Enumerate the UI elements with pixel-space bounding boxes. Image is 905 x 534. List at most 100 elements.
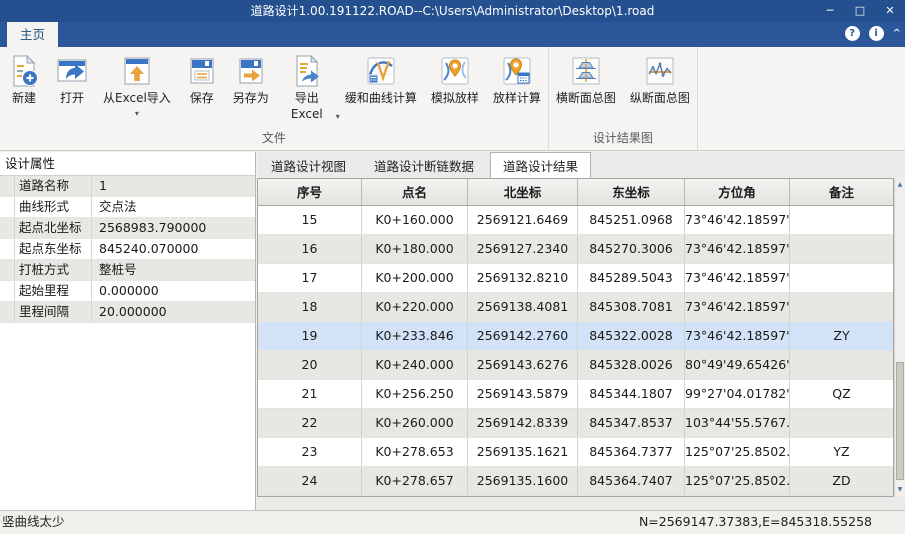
- ribbon-button-profile-chart[interactable]: 纵断面总图: [623, 47, 697, 107]
- property-value[interactable]: 2568983.790000: [92, 218, 255, 238]
- property-row[interactable]: 里程间隔 20.000000: [0, 302, 255, 323]
- collapse-ribbon-icon[interactable]: ^: [893, 28, 901, 39]
- maximize-button[interactable]: □: [845, 0, 875, 22]
- table-cell[interactable]: K0+240.000: [362, 351, 468, 379]
- tab-road-design-view[interactable]: 道路设计视图: [259, 155, 358, 178]
- chevron-down-icon[interactable]: ▾: [135, 109, 139, 118]
- tab-design-results[interactable]: 道路设计结果: [490, 152, 592, 178]
- table-cell[interactable]: 103°44'55.5767...: [685, 409, 790, 437]
- table-cell[interactable]: 845251.0968: [578, 206, 685, 234]
- table-row[interactable]: 16 K0+180.000 2569127.2340 845270.3006 7…: [258, 235, 893, 264]
- table-row[interactable]: 17 K0+200.000 2569132.8210 845289.5043 7…: [258, 264, 893, 293]
- table-cell[interactable]: 20: [258, 351, 362, 379]
- table-cell[interactable]: 19: [258, 322, 362, 350]
- tab-broken-chain-data[interactable]: 道路设计断链数据: [362, 155, 486, 178]
- table-cell[interactable]: 125°07'25.8502...: [685, 467, 790, 495]
- chevron-down-icon[interactable]: ▾: [336, 113, 340, 121]
- table-cell[interactable]: 73°46'42.18597": [685, 264, 790, 292]
- info-icon[interactable]: i: [868, 26, 884, 41]
- vertical-scrollbar[interactable]: ▲ ▼: [894, 178, 905, 496]
- property-row[interactable]: 起始里程 0.000000: [0, 281, 255, 302]
- table-cell[interactable]: 2569135.1621: [468, 438, 578, 466]
- table-cell[interactable]: K0+180.000: [362, 235, 468, 263]
- table-cell[interactable]: 2569127.2340: [468, 235, 578, 263]
- table-cell[interactable]: 73°46'42.18597": [685, 322, 790, 350]
- scroll-up-icon[interactable]: ▲: [895, 178, 905, 191]
- column-header[interactable]: 东坐标: [578, 179, 685, 205]
- table-cell[interactable]: 2569142.2760: [468, 322, 578, 350]
- table-cell[interactable]: 99°27'04.01782": [685, 380, 790, 408]
- ribbon-button-open[interactable]: 打开: [48, 47, 96, 107]
- help-icon[interactable]: ?: [844, 26, 860, 41]
- property-row[interactable]: 起点北坐标 2568983.790000: [0, 218, 255, 239]
- column-header[interactable]: 北坐标: [468, 179, 578, 205]
- table-cell[interactable]: K0+278.657: [362, 467, 468, 495]
- property-row[interactable]: 起点东坐标 845240.070000: [0, 239, 255, 260]
- table-cell[interactable]: [790, 206, 893, 234]
- table-row-selected[interactable]: 19 K0+233.846 2569142.2760 845322.0028 7…: [258, 322, 893, 351]
- table-cell[interactable]: K0+160.000: [362, 206, 468, 234]
- table-cell[interactable]: 2569135.1600: [468, 467, 578, 495]
- table-cell[interactable]: [790, 264, 893, 292]
- property-value[interactable]: 20.000000: [92, 302, 255, 322]
- table-row[interactable]: 23 K0+278.653 2569135.1621 845364.7377 1…: [258, 438, 893, 467]
- table-cell[interactable]: 125°07'25.8502...: [685, 438, 790, 466]
- table-cell[interactable]: 18: [258, 293, 362, 321]
- table-cell[interactable]: 845364.7377: [578, 438, 685, 466]
- ribbon-button-new[interactable]: 新建: [0, 47, 48, 107]
- table-cell[interactable]: 73°46'42.18597": [685, 235, 790, 263]
- property-row[interactable]: 道路名称 1: [0, 176, 255, 197]
- column-header[interactable]: 序号: [258, 179, 362, 205]
- property-row[interactable]: 打桩方式 整桩号: [0, 260, 255, 281]
- table-cell[interactable]: 73°46'42.18597": [685, 206, 790, 234]
- scroll-down-icon[interactable]: ▼: [895, 483, 905, 496]
- table-cell[interactable]: ZY: [790, 322, 893, 350]
- table-cell[interactable]: K0+260.000: [362, 409, 468, 437]
- table-cell[interactable]: 15: [258, 206, 362, 234]
- ribbon-button-save-as[interactable]: 另存为: [226, 47, 276, 107]
- tab-home[interactable]: 主页: [7, 22, 59, 47]
- table-cell[interactable]: QZ: [790, 380, 893, 408]
- table-cell[interactable]: 845344.1807: [578, 380, 685, 408]
- table-row[interactable]: 20 K0+240.000 2569143.6276 845328.0026 8…: [258, 351, 893, 380]
- ribbon-button-cross-section-chart[interactable]: 横断面总图: [549, 47, 623, 107]
- table-row[interactable]: 21 K0+256.250 2569143.5879 845344.1807 9…: [258, 380, 893, 409]
- table-cell[interactable]: [790, 293, 893, 321]
- column-header[interactable]: 备注: [790, 179, 893, 205]
- table-cell[interactable]: [790, 235, 893, 263]
- table-cell[interactable]: 80°49'49.65426": [685, 351, 790, 379]
- table-cell[interactable]: K0+200.000: [362, 264, 468, 292]
- ribbon-button-simulate-stakeout[interactable]: 模拟放样: [424, 47, 486, 107]
- table-cell[interactable]: 845347.8537: [578, 409, 685, 437]
- table-cell[interactable]: K0+220.000: [362, 293, 468, 321]
- table-row[interactable]: 18 K0+220.000 2569138.4081 845308.7081 7…: [258, 293, 893, 322]
- table-cell[interactable]: 845322.0028: [578, 322, 685, 350]
- table-row[interactable]: 15 K0+160.000 2569121.6469 845251.0968 7…: [258, 206, 893, 235]
- table-cell[interactable]: 2569142.8339: [468, 409, 578, 437]
- table-cell[interactable]: 2569143.5879: [468, 380, 578, 408]
- table-cell[interactable]: 845289.5043: [578, 264, 685, 292]
- property-value[interactable]: 交点法: [92, 197, 255, 217]
- table-cell[interactable]: [790, 409, 893, 437]
- table-cell[interactable]: 73°46'42.18597": [685, 293, 790, 321]
- ribbon-button-stakeout-calc[interactable]: 放样计算: [486, 47, 548, 107]
- table-cell[interactable]: 2569132.8210: [468, 264, 578, 292]
- property-value[interactable]: 整桩号: [92, 260, 255, 280]
- property-value[interactable]: 845240.070000: [92, 239, 255, 259]
- table-cell[interactable]: 2569121.6469: [468, 206, 578, 234]
- table-cell[interactable]: 21: [258, 380, 362, 408]
- column-header[interactable]: 方位角: [685, 179, 790, 205]
- table-cell[interactable]: YZ: [790, 438, 893, 466]
- table-cell[interactable]: 845328.0026: [578, 351, 685, 379]
- table-row[interactable]: 22 K0+260.000 2569142.8339 845347.8537 1…: [258, 409, 893, 438]
- table-cell[interactable]: ZD: [790, 467, 893, 495]
- table-row[interactable]: 24 K0+278.657 2569135.1600 845364.7407 1…: [258, 467, 893, 496]
- table-cell[interactable]: 845364.7407: [578, 467, 685, 495]
- property-row[interactable]: 曲线形式 交点法: [0, 197, 255, 218]
- table-cell[interactable]: 16: [258, 235, 362, 263]
- ribbon-button-import-excel[interactable]: 从Excel导入 ▾: [96, 47, 178, 118]
- table-cell[interactable]: K0+233.846: [362, 322, 468, 350]
- table-cell[interactable]: [790, 351, 893, 379]
- close-button[interactable]: ✕: [875, 0, 905, 22]
- property-value[interactable]: 0.000000: [92, 281, 255, 301]
